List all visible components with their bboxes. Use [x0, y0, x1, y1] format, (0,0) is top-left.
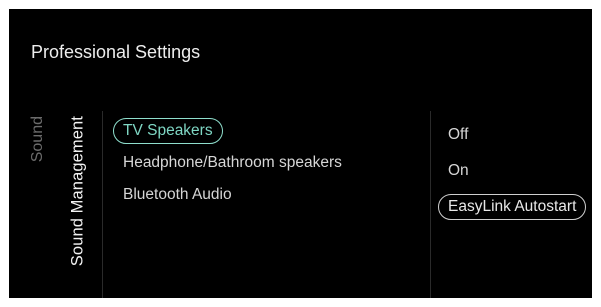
option-off[interactable]: Off — [438, 122, 478, 148]
option-on[interactable]: On — [438, 158, 479, 184]
option-easylink-autostart[interactable]: EasyLink Autostart — [438, 194, 587, 220]
menu-item-bluetooth-audio[interactable]: Bluetooth Audio — [113, 182, 242, 208]
breadcrumb-parent-label: Sound — [29, 116, 46, 163]
breadcrumb-current-sound-management[interactable]: Sound Management — [67, 116, 89, 298]
breadcrumb-current-label: Sound Management — [68, 116, 87, 267]
breadcrumb-parent-sound[interactable]: Sound — [27, 116, 49, 298]
menu-divider-right — [430, 111, 431, 298]
tv-settings-screen: Professional Settings Sound Sound Manage… — [9, 9, 592, 298]
menu-item-tv-speakers[interactable]: TV Speakers — [113, 118, 223, 144]
menu-item-headphone-bathroom-speakers[interactable]: Headphone/Bathroom speakers — [113, 150, 352, 176]
page-title: Professional Settings — [31, 42, 201, 62]
menu-divider-left — [102, 111, 103, 298]
